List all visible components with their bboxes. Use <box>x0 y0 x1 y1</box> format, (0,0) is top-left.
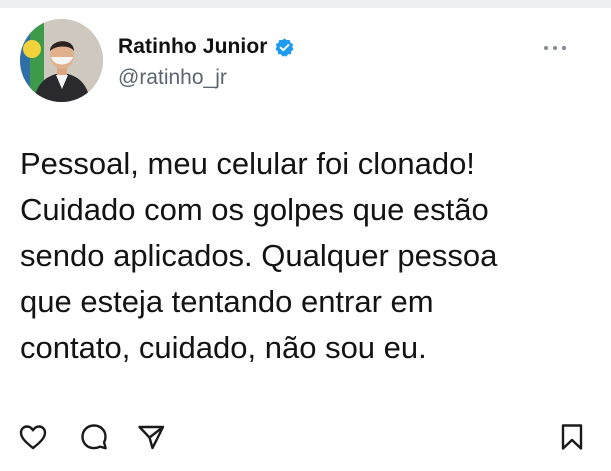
tweet-line: Pessoal, meu celular foi clonado! <box>20 146 475 181</box>
name-row: Ratinho Junior <box>118 35 295 59</box>
tweet-line: contato, cuidado, não sou eu. <box>20 330 427 365</box>
comment-icon[interactable] <box>79 422 109 452</box>
avatar[interactable] <box>20 19 103 102</box>
heart-icon[interactable] <box>18 422 48 452</box>
bookmark-icon[interactable] <box>557 422 587 452</box>
tweet-line: Cuidado com os golpes que estão <box>20 192 489 227</box>
more-options-icon[interactable] <box>544 46 566 50</box>
tweet-line: que esteja tentando entrar em <box>20 284 434 319</box>
user-handle[interactable]: @ratinho_jr <box>118 66 227 90</box>
share-icon[interactable] <box>136 422 166 452</box>
display-name[interactable]: Ratinho Junior <box>118 35 268 59</box>
dot <box>544 46 548 50</box>
dot <box>553 46 557 50</box>
post-card: Ratinho Junior @ratinho_jr Pessoal, meu … <box>0 0 611 471</box>
tweet-text: Pessoal, meu celular foi clonado! Cuidad… <box>20 141 590 371</box>
dot <box>562 46 566 50</box>
verified-badge-icon <box>274 37 295 58</box>
tweet-line: sendo aplicados. Qualquer pessoa <box>20 238 498 273</box>
profile-photo <box>20 19 103 102</box>
